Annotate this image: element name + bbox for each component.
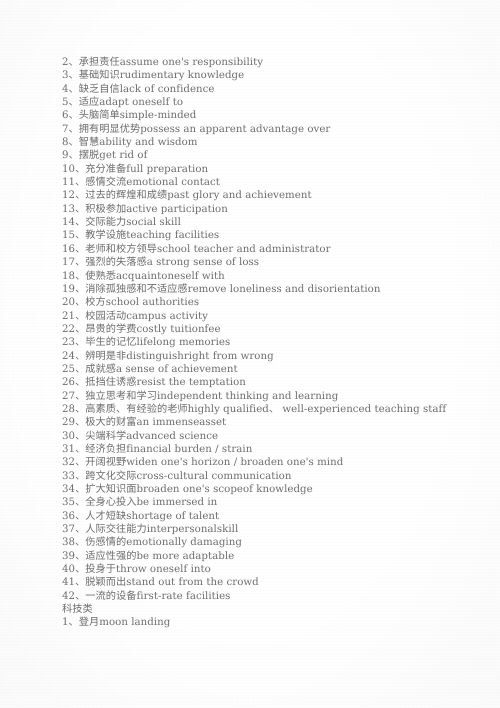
vocabulary-entry: 30、尖端科学advanced science [62, 430, 219, 442]
vocabulary-entry: 22、昂贵的学费costly tuitionfee [62, 323, 221, 335]
vocabulary-entry: 5、适应adapt oneself to [62, 97, 184, 109]
vocabulary-entry: 40、投身于throw oneself into [62, 564, 211, 576]
section-heading: 科技类 [62, 604, 93, 616]
vocabulary-entry: 41、脱颖而出stand out from the crowd [62, 577, 259, 589]
vocabulary-entry: 17、强烈的失落感a strong sense of loss [62, 257, 260, 269]
vocabulary-entry: 32、开阔视野widen one's horizon / broaden one… [62, 457, 344, 469]
vocabulary-entry: 12、过去的辉煌和成绩past glory and achievement [62, 190, 312, 202]
section-entry-list: 1、登月moon landing [62, 616, 494, 629]
vocabulary-entry: 14、交际能力social skill [62, 217, 181, 229]
vocabulary-entry: 33、跨文化交际cross-cultural communication [62, 470, 292, 482]
vocabulary-entry: 36、人才短缺shortage of talent [62, 510, 220, 522]
vocabulary-entry: 31、经济负担financial burden / strain [62, 443, 253, 455]
vocabulary-entry: 34、扩大知识面broaden one's scopeof knowledge [62, 484, 313, 495]
vocabulary-entry: 25、成就感a sense of achievement [62, 363, 238, 375]
vocabulary-entry: 11、感情交流emotional contact [62, 177, 220, 189]
vocabulary-entry: 18、使熟悉acquaintoneself with [62, 270, 225, 282]
vocabulary-entry: 35、全身心投入be immersed in [62, 497, 218, 509]
vocabulary-entry: 20、校方school authorities [62, 297, 200, 309]
vocabulary-entry: 23、毕生的记忆lifelong memories [62, 337, 231, 349]
vocabulary-entry: 1、登月moon landing [62, 617, 171, 629]
vocabulary-entry: 13、积极参加active participation [62, 203, 228, 215]
vocabulary-entry: 10、充分准备full preparation [62, 163, 209, 175]
vocabulary-entry: 26、抵挡住诱惑resist the temptation [62, 377, 246, 389]
vocabulary-entry: 15、教学设施teaching facilities [62, 230, 220, 242]
vocabulary-entry: 4、缺乏自信lack of confidence [62, 83, 215, 95]
vocabulary-entry: 37、人际交往能力interpersonalskill [62, 524, 239, 536]
vocabulary-entry: 7、拥有明显优势possess an apparent advantage ov… [62, 123, 331, 135]
vocabulary-entry: 8、智慧ability and wisdom [62, 137, 198, 149]
document-text-body: 2、承担责任assume one's responsibility 3、基础知识r… [62, 56, 494, 630]
vocabulary-entry-list: 2、承担责任assume one's responsibility 3、基础知识r… [62, 56, 494, 603]
vocabulary-entry: 2、承担责任assume one's responsibility [62, 57, 264, 68]
vocabulary-entry: 16、老师和校方领导school teacher and administrat… [62, 243, 331, 255]
vocabulary-entry: 38、伤感情的emotionally damaging [62, 537, 242, 549]
vocabulary-entry: 27、独立思考和学习independent thinking and learn… [62, 390, 339, 402]
vocabulary-entry: 28、高素质、有经验的老师highly qualified、 well-expe… [62, 403, 447, 415]
vocabulary-entry: 24、辨明是非distinguishright from wrong [62, 350, 274, 362]
vocabulary-entry: 6、头脑简单simple-minded [62, 110, 197, 122]
vocabulary-entry: 19、消除孤独感和不适应感remove loneliness and disor… [62, 283, 381, 295]
vocabulary-entry: 42、一流的设备first-rate facilities [62, 590, 231, 602]
scanned-page: 2、承担责任assume one's responsibility 3、基础知识r… [0, 0, 500, 708]
vocabulary-entry: 29、极大的财富an immenseasset [62, 417, 227, 429]
vocabulary-entry: 39、适应性强的be more adaptable [62, 550, 235, 562]
vocabulary-entry: 3、基础知识rudimentary knowledge [62, 70, 245, 82]
vocabulary-entry: 21、校园活动campus activity [62, 310, 208, 322]
vocabulary-entry: 9、摆脱get rid of [62, 150, 148, 162]
